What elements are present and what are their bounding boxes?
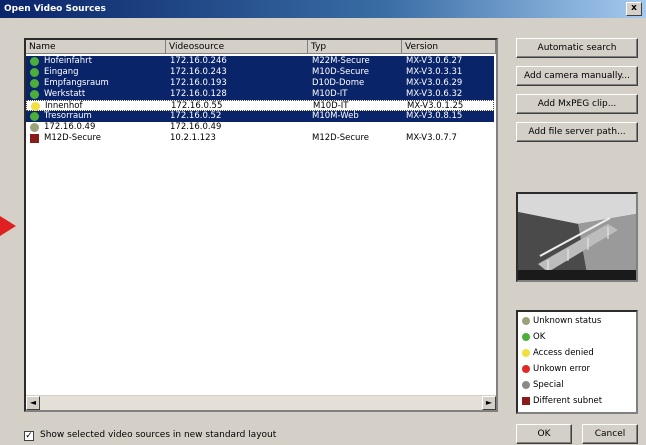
cell-version: MX-V3.0.6.32 [406, 89, 463, 99]
cell-version: MX-V3.0.6.29 [406, 78, 463, 88]
status-ok-icon [30, 112, 39, 121]
cell-type: D10D-Dome [312, 78, 365, 88]
cell-version: MX-V3.0.3.31 [406, 67, 463, 77]
cell-source: 172.16.0.246 [170, 56, 227, 66]
title-bar: Open Video Sources x [0, 0, 646, 18]
standard-layout-label: Show selected video sources in new stand… [40, 430, 277, 440]
cell-name: M12D-Secure [44, 133, 101, 143]
preview-picture [518, 194, 636, 280]
cell-name: Tresorraum [44, 111, 92, 121]
scroll-left-button[interactable]: ◄ [26, 396, 40, 410]
list-item[interactable]: Werkstatt 172.16.0.128 M10D-IT MX-V3.0.6.32 [26, 89, 494, 100]
cell-source: 172.16.0.49 [170, 122, 222, 132]
status-denied-icon [522, 349, 530, 357]
legend-label: Special [533, 380, 564, 390]
legend-label: Different subnet [533, 396, 603, 406]
status-error-icon [522, 365, 530, 373]
video-source-list[interactable]: Name Videosource Typ Version Hofeinfahrt… [24, 38, 498, 412]
cell-name: Werkstatt [44, 89, 86, 99]
status-ok-icon [30, 79, 39, 88]
status-unknown-icon [30, 123, 39, 132]
list-item[interactable]: Hofeinfahrt 172.16.0.246 M22M-Secure MX-V3.… [26, 56, 494, 67]
close-button[interactable]: x [626, 2, 642, 16]
legend-label: Unknown status [533, 316, 602, 326]
column-header-type[interactable]: Typ [308, 40, 402, 54]
automatic-search-button[interactable]: Automatic search [516, 38, 638, 58]
ok-button[interactable]: OK [516, 424, 572, 444]
cell-source: 10.2.1.123 [170, 133, 216, 143]
cell-version: MX-V3.0.6.27 [406, 56, 463, 66]
camera-preview-image [516, 192, 638, 282]
open-video-sources-dialog: Open Video Sources x Name Videosource Ty… [0, 0, 646, 445]
cell-type: M12D-Secure [312, 133, 369, 143]
legend-label: Access denied [533, 348, 594, 358]
cell-version: MX-V3.0.8.15 [406, 111, 463, 121]
legend-label: OK [533, 332, 546, 342]
pointer-arrow-icon [0, 216, 16, 236]
list-item[interactable]: Empfangsraum 172.16.0.193 D10D-Dome MX-V3.0… [26, 78, 494, 89]
list-header: Name Videosource Typ Version [26, 40, 496, 54]
cell-type: M10M-Web [312, 111, 359, 121]
add-camera-manually-button[interactable]: Add camera manually... [516, 66, 638, 86]
window-title: Open Video Sources [4, 4, 106, 14]
status-subnet-icon [30, 134, 39, 143]
cell-type: M10D-IT [312, 89, 348, 99]
cell-type: M10D-Secure [312, 67, 369, 77]
cell-source: 172.16.0.52 [170, 111, 222, 121]
list-item[interactable]: Tresorraum 172.16.0.52 M10M-Web MX-V3.0.8.1… [26, 111, 494, 122]
add-file-server-path-button[interactable]: Add file server path... [516, 122, 638, 142]
status-legend: Unknown status OK Access denied Unkown erro… [516, 310, 638, 414]
cell-source: 172.16.0.193 [170, 78, 227, 88]
horizontal-scrollbar[interactable]: ◄ ► [26, 395, 496, 410]
list-item[interactable]: Eingang 172.16.0.243 M10D-Secure MX-V3.0.3.… [26, 67, 494, 78]
cell-name: Empfangsraum [44, 78, 109, 88]
column-header-name[interactable]: Name [26, 40, 166, 54]
column-header-videosource[interactable]: Videosource [166, 40, 308, 54]
list-item[interactable]: 172.16.0.49 172.16.0.49 [26, 122, 494, 133]
column-header-version[interactable]: Version [402, 40, 496, 54]
cell-source: 172.16.0.128 [170, 89, 227, 99]
status-subnet-icon [522, 397, 530, 405]
cell-name: Hofeinfahrt [44, 56, 92, 66]
status-denied-icon [31, 102, 40, 111]
status-ok-icon [30, 57, 39, 66]
scroll-right-button[interactable]: ► [482, 396, 496, 410]
cell-name: 172.16.0.49 [44, 122, 96, 132]
list-item[interactable]: Innenhof 172.16.0.55 M10D-IT MX-V3.0.1.25 [26, 100, 494, 111]
add-mxpeg-clip-button[interactable]: Add MxPEG clip... [516, 94, 638, 114]
status-ok-icon [30, 90, 39, 99]
status-special-icon [522, 381, 530, 389]
legend-label: Unkown error [533, 364, 591, 374]
cancel-button[interactable]: Cancel [582, 424, 638, 444]
cell-type: M22M-Secure [312, 56, 370, 66]
cell-source: 172.16.0.243 [170, 67, 227, 77]
status-ok-icon [522, 333, 530, 341]
status-unknown-icon [522, 317, 530, 325]
list-item[interactable]: M12D-Secure 10.2.1.123 M12D-Secure MX-V3.0.… [26, 133, 494, 144]
status-ok-icon [30, 68, 39, 77]
cell-name: Eingang [44, 67, 79, 77]
standard-layout-checkbox[interactable]: ✓ [24, 431, 34, 441]
cell-version: MX-V3.0.7.7 [406, 133, 457, 143]
